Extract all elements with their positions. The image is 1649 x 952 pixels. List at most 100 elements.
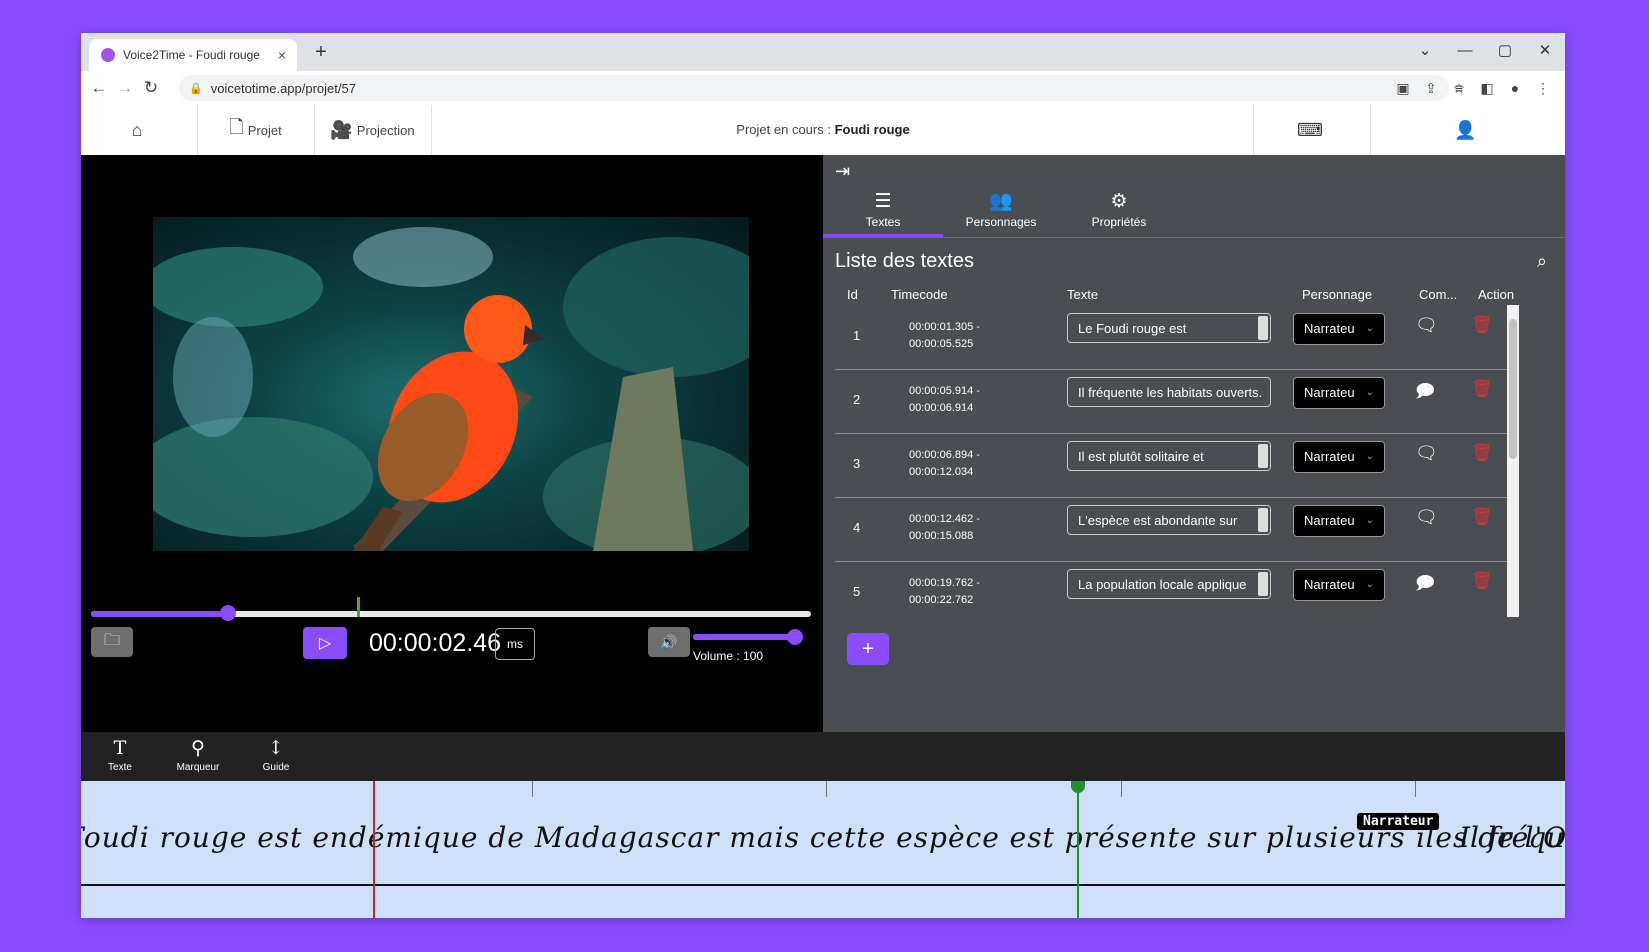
chevron-down-icon: ⌄: [1365, 579, 1374, 590]
new-tab-button[interactable]: +: [309, 41, 333, 64]
timeline-baseline: [81, 884, 1565, 886]
comment-filled-icon[interactable]: 🗩: [1415, 571, 1435, 601]
row-timecode[interactable]: 00:00:06.894 - 00:00:12.034: [909, 447, 980, 481]
resize-handle-icon[interactable]: [1258, 316, 1268, 340]
back-icon[interactable]: ←: [87, 76, 111, 100]
comment-empty-icon[interactable]: 🗨: [1415, 315, 1438, 336]
seek-handle[interactable]: [219, 605, 236, 621]
user-button[interactable]: 👤: [1370, 105, 1565, 155]
marker-handle[interactable]: [1071, 781, 1085, 793]
collapse-panel-icon[interactable]: ⇥: [835, 161, 850, 182]
table-row[interactable]: 1 00:00:01.305 - 00:00:05.525 Le Foudi roug…: [835, 305, 1515, 370]
row-text-field[interactable]: Il est plutôt solitaire et: [1067, 441, 1271, 471]
bird-video-still: [153, 227, 749, 551]
column-personnage: Personnage: [1302, 287, 1373, 302]
trash-icon[interactable]: 🗑: [1471, 443, 1493, 463]
close-window-icon[interactable]: ✕: [1525, 37, 1565, 65]
reading-list-icon[interactable]: ≡: [1445, 76, 1473, 100]
row-timecode[interactable]: 00:00:19.762 - 00:00:22.762: [909, 575, 980, 609]
browser-menu-icon[interactable]: ⋮: [1529, 76, 1557, 100]
timeline-next-text[interactable]: Il fréquente: [1459, 821, 1565, 854]
comment-empty-icon[interactable]: 🗨: [1415, 507, 1438, 528]
tab-personnages[interactable]: 👥 Personnages: [941, 187, 1061, 237]
tab-textes[interactable]: ☰ Textes: [823, 187, 943, 237]
tool-label: Guide: [262, 762, 290, 773]
resize-handle-icon[interactable]: [1258, 572, 1268, 596]
tab-close-icon[interactable]: ×: [273, 47, 291, 63]
scrollbar-thumb[interactable]: [1509, 319, 1517, 459]
projection-button[interactable]: 🎥 Projection: [314, 105, 432, 155]
url-text: voicetotime.app/projet/57: [210, 80, 356, 96]
row-text: L'espèce est abondante sur: [1078, 513, 1238, 528]
text-tool-button[interactable]: T Texte: [85, 734, 155, 773]
timeline-text-block[interactable]: Foudi rouge est endémique de Madagascar …: [81, 821, 1565, 854]
install-icon[interactable]: ▣: [1389, 74, 1417, 102]
marker-tool-button[interactable]: ⚲ Marqueur: [163, 734, 233, 773]
open-folder-button[interactable]: 🗀: [91, 627, 133, 657]
reload-icon[interactable]: ↻: [139, 76, 163, 100]
playhead-line[interactable]: [373, 781, 375, 918]
row-text-field[interactable]: L'espèce est abondante sur: [1067, 505, 1271, 535]
trash-icon[interactable]: 🗑: [1471, 571, 1493, 591]
row-text-field[interactable]: Le Foudi rouge est: [1067, 313, 1271, 343]
side-panel-icon[interactable]: ◧: [1473, 76, 1501, 100]
comment-empty-icon[interactable]: 🗨: [1415, 443, 1438, 464]
row-timecode[interactable]: 00:00:05.914 - 00:00:06.914: [909, 383, 980, 417]
trash-icon[interactable]: 🗑: [1471, 379, 1493, 399]
resize-handle-icon[interactable]: [1258, 444, 1268, 468]
user-icon: 👤: [1454, 119, 1477, 140]
minimize-icon[interactable]: —: [1445, 37, 1485, 65]
volume-handle[interactable]: [787, 629, 803, 645]
list-icon: ☰: [874, 191, 892, 212]
row-text-field[interactable]: La population locale applique: [1067, 569, 1271, 599]
maximize-icon[interactable]: ▢: [1485, 37, 1525, 65]
projet-button[interactable]: 🗋 Projet: [197, 105, 315, 155]
mute-button[interactable]: 🔊: [648, 627, 690, 657]
character-select[interactable]: Narrateu ⌄: [1293, 569, 1385, 601]
column-timecode: Timecode: [891, 287, 948, 302]
keyboard-button[interactable]: ⌨: [1253, 105, 1371, 155]
table-row[interactable]: 5 00:00:19.762 - 00:00:22.762 La population…: [835, 561, 1515, 617]
ms-toggle-button[interactable]: ms: [495, 628, 535, 660]
row-timecode[interactable]: 00:00:12.462 - 00:00:15.088: [909, 511, 980, 545]
forward-icon[interactable]: →: [113, 76, 137, 100]
list-scrollbar[interactable]: [1507, 305, 1519, 617]
marker-indicator[interactable]: [357, 597, 361, 617]
project-prefix: Projet en cours :: [736, 122, 835, 137]
timecode-end: 00:00:05.525: [909, 338, 974, 350]
url-field[interactable]: 🔒 voicetotime.app/projet/57: [179, 75, 1449, 101]
character-select[interactable]: Narrateu ⌄: [1293, 377, 1385, 409]
profile-icon[interactable]: ●: [1501, 76, 1529, 100]
character-value: Narrateu: [1304, 321, 1355, 336]
row-text-field[interactable]: Il fréquente les habitats ouverts.: [1067, 377, 1271, 407]
table-row[interactable]: 4 00:00:12.462 - 00:00:15.088 L'espèce est …: [835, 497, 1515, 562]
search-icon[interactable]: ⌕: [1537, 251, 1547, 272]
play-button[interactable]: ▷: [303, 627, 347, 659]
share-icon[interactable]: ⇪: [1417, 74, 1445, 102]
browser-tab[interactable]: Voice2Time - Foudi rouge ×: [89, 39, 297, 71]
extension-icons: ≡ ◧ ● ⋮: [1445, 76, 1557, 100]
volume-slider[interactable]: [693, 629, 803, 645]
character-select[interactable]: Narrateu ⌄: [1293, 505, 1385, 537]
character-select[interactable]: Narrateu ⌄: [1293, 313, 1385, 345]
video-frame[interactable]: [153, 217, 749, 551]
timeline[interactable]: Foudi rouge est endémique de Madagascar …: [81, 781, 1565, 918]
lock-icon[interactable]: 🔒: [189, 82, 203, 95]
character-select[interactable]: Narrateu ⌄: [1293, 441, 1385, 473]
comment-filled-icon[interactable]: 🗩: [1415, 379, 1435, 409]
row-timecode[interactable]: 00:00:01.305 - 00:00:05.525: [909, 319, 980, 353]
timeline-tick: [1121, 781, 1122, 797]
table-row[interactable]: 3 00:00:06.894 - 00:00:12.034 Il est plutôt…: [835, 433, 1515, 498]
tab-proprietes[interactable]: ⚙ Propriétés: [1059, 187, 1179, 237]
resize-handle-icon[interactable]: [1258, 508, 1268, 532]
pin-icon: ⚲: [191, 737, 205, 759]
tab-search-icon[interactable]: ⌄: [1405, 37, 1445, 65]
trash-icon[interactable]: 🗑: [1471, 507, 1493, 527]
home-button[interactable]: ⌂: [81, 105, 198, 155]
seek-bar[interactable]: [91, 597, 811, 621]
guide-tool-button[interactable]: ↕ Guide: [241, 734, 311, 773]
add-text-button[interactable]: +: [847, 633, 889, 665]
trash-icon[interactable]: 🗑: [1471, 315, 1493, 335]
table-row[interactable]: 2 00:00:05.914 - 00:00:06.914 Il fréquente …: [835, 369, 1515, 434]
marker-line[interactable]: [1077, 781, 1079, 918]
